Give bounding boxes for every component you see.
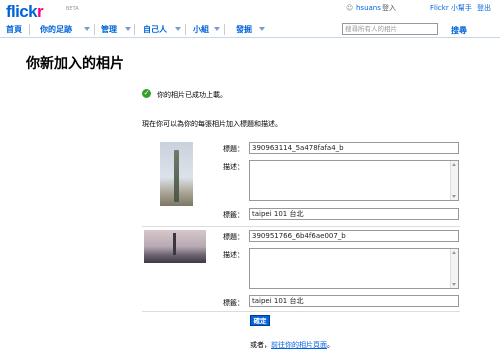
user-status: 登入 <box>382 4 396 12</box>
nav-explore[interactable]: 發掘 <box>236 25 252 35</box>
nav-divider <box>185 24 186 35</box>
nav-home[interactable]: 首頁 <box>6 25 22 35</box>
photo-divider <box>142 311 460 312</box>
submit-button[interactable]: 確定 <box>250 315 270 326</box>
scroll-up-icon[interactable] <box>452 251 456 254</box>
or-prefix: 或者， <box>250 341 271 349</box>
search-input[interactable]: 搜尋所有人的相片 <box>342 23 438 35</box>
scroll-down-icon[interactable] <box>452 195 456 198</box>
chevron-down-icon[interactable] <box>125 27 131 31</box>
scroll-up-icon[interactable] <box>452 163 456 166</box>
description-field[interactable] <box>249 248 459 289</box>
tags-label: 標籤： <box>223 211 244 219</box>
tags-label: 標籤： <box>223 299 244 307</box>
user-name-link[interactable]: hsuans <box>356 4 381 13</box>
chevron-down-icon[interactable] <box>84 27 90 31</box>
scroll-down-icon[interactable] <box>452 283 456 286</box>
tags-field[interactable]: taipei 101 台北 <box>249 295 459 307</box>
scrollbar[interactable] <box>450 249 458 288</box>
chevron-down-icon[interactable] <box>214 27 220 31</box>
page-title: 你新加入的相片 <box>26 56 124 72</box>
nav-divider <box>134 24 135 35</box>
title-field[interactable]: 390951766_6b4f6ae007_b <box>249 230 459 242</box>
or-suffix: 。 <box>327 341 334 349</box>
chevron-down-icon[interactable] <box>259 27 265 31</box>
alternative-action: 或者，前往你的相片頁面。 <box>250 340 334 350</box>
flickr-logo[interactable]: flickr <box>6 2 44 21</box>
nav-divider <box>94 24 95 35</box>
search-button[interactable]: 搜尋 <box>451 25 467 36</box>
logo-text: flick <box>6 2 38 21</box>
scrollbar[interactable] <box>450 161 458 200</box>
header-divider <box>0 37 500 38</box>
go-photostream-link[interactable]: 前往你的相片頁面 <box>271 341 327 349</box>
nav-contacts[interactable]: 自己人 <box>143 25 167 35</box>
description-field[interactable] <box>249 160 459 201</box>
tower-shape <box>174 150 179 202</box>
checkmark-icon: ✓ <box>142 89 151 98</box>
nav-divider <box>29 24 30 35</box>
desc-label: 描述： <box>223 251 244 259</box>
nav-divider <box>224 24 225 35</box>
title-field[interactable]: 390963114_5a478fafa4_b <box>249 142 459 154</box>
photo-divider <box>142 226 460 227</box>
chevron-down-icon[interactable] <box>175 27 181 31</box>
help-link[interactable]: Flickr 小幫手 <box>430 4 472 13</box>
desc-label: 描述： <box>223 163 244 171</box>
success-message: 你的相片已成功上載。 <box>157 91 227 99</box>
title-label: 標題： <box>223 233 244 241</box>
nav-organize[interactable]: 管理 <box>101 25 117 35</box>
signout-link[interactable]: 登出 <box>477 4 491 13</box>
tags-field[interactable]: taipei 101 台北 <box>249 208 459 220</box>
title-label: 標題： <box>223 145 244 153</box>
beta-badge: BETA <box>66 6 79 12</box>
instruction-text: 現在你可以為你的每張相片加入標題和描述。 <box>142 120 282 128</box>
tower-shape <box>173 233 176 255</box>
nav-you[interactable]: 你的足跡 <box>40 25 72 35</box>
user-icon: ☺ <box>346 4 354 12</box>
nav-groups[interactable]: 小組 <box>193 25 209 35</box>
logo-text-r: r <box>37 2 44 21</box>
